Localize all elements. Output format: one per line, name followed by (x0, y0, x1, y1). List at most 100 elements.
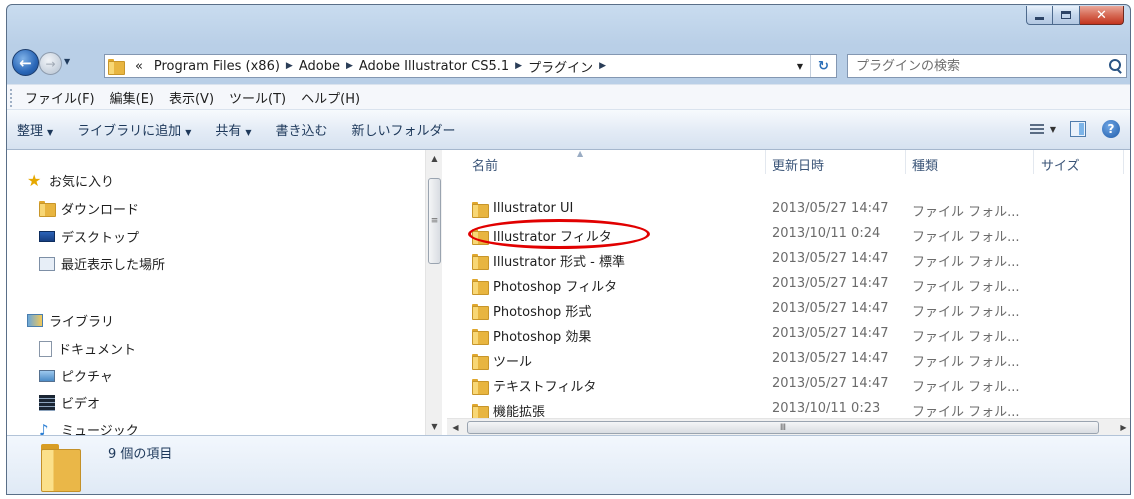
menu-edit[interactable]: 編集(E) (104, 86, 160, 109)
nav-downloads[interactable]: ダウンロード (39, 199, 139, 218)
file-type: ファイル フォル... (912, 280, 1020, 295)
file-name: テキストフィルタ (493, 380, 597, 395)
scroll-down-button[interactable]: ▼ (426, 418, 443, 435)
nav-libraries[interactable]: ライブラリ (27, 311, 114, 330)
folder-icon (472, 328, 489, 345)
downloads-icon (39, 200, 56, 217)
nav-desktop[interactable]: デスクトップ (39, 227, 139, 246)
file-type: ファイル フォル... (912, 205, 1020, 220)
column-header-name[interactable]: 名前 (472, 155, 498, 174)
nav-label: ドキュメント (58, 343, 137, 358)
file-row[interactable]: Illustrator 形式 - 標準 2013/05/27 14:47 ファイ… (447, 247, 1027, 272)
maximize-icon (1061, 11, 1071, 19)
back-button[interactable]: ← (12, 49, 39, 76)
organize-button[interactable]: 整理 ▼ (17, 120, 53, 139)
file-name: Photoshop フィルタ (493, 280, 618, 295)
red-annotation-circle (468, 219, 650, 249)
preview-pane-icon[interactable] (1070, 121, 1086, 137)
nav-recent-places[interactable]: 最近表示した場所 (39, 254, 165, 273)
chevron-down-icon: ▼ (47, 128, 54, 137)
column-divider[interactable] (1033, 150, 1034, 174)
file-date: 2013/05/27 14:47 (772, 326, 889, 341)
search-icon[interactable] (1104, 55, 1126, 77)
file-row[interactable]: Photoshop フィルタ 2013/05/27 14:47 ファイル フォル… (447, 272, 1027, 297)
file-row[interactable]: Illustrator UI 2013/05/27 14:47 ファイル フォル… (447, 197, 1027, 222)
breadcrumb-item-illustrator[interactable]: Adobe Illustrator CS5.1 (359, 59, 509, 74)
help-icon[interactable]: ? (1102, 120, 1120, 138)
column-headers: ▲ 名前 更新日時 種類 サイズ (447, 149, 1130, 174)
close-button[interactable]: ✕ (1080, 6, 1124, 25)
file-type: ファイル フォル... (912, 230, 1020, 245)
breadcrumb-separator[interactable]: ▶ (515, 61, 522, 71)
file-date: 2013/10/11 0:23 (772, 401, 881, 416)
file-row[interactable]: テキストフィルタ 2013/05/27 14:47 ファイル フォル... (447, 372, 1027, 397)
nav-music[interactable]: ♪ ミュージック (39, 420, 139, 436)
nav-favorites[interactable]: ★ お気に入り (27, 171, 114, 190)
maximize-button[interactable] (1053, 6, 1080, 25)
file-list: ▲ 名前 更新日時 種類 サイズ Illustrator UI 2013/05/… (447, 149, 1130, 435)
menu-tools[interactable]: ツール(T) (223, 86, 292, 109)
breadcrumb-item-adobe[interactable]: Adobe (299, 59, 340, 74)
menu-view[interactable]: 表示(V) (163, 86, 220, 109)
scroll-thumb[interactable]: Ⅲ (467, 421, 1099, 434)
column-header-type[interactable]: 種類 (912, 155, 938, 174)
breadcrumb-item-plugins[interactable]: プラグイン (528, 57, 593, 76)
address-dropdown-button[interactable]: ▼ (790, 62, 810, 71)
breadcrumb-separator[interactable]: ▶ (286, 61, 293, 71)
new-folder-button[interactable]: 新しいフォルダー (352, 120, 456, 139)
column-divider[interactable] (905, 150, 906, 174)
breadcrumb-separator[interactable]: ▶ (346, 61, 353, 71)
column-header-size[interactable]: サイズ (1041, 155, 1080, 174)
column-divider[interactable] (1123, 150, 1124, 174)
recent-pages-dropdown[interactable]: ▼ (64, 57, 70, 66)
change-view-icon[interactable] (1026, 119, 1048, 139)
breadcrumb-separator[interactable]: ▶ (599, 61, 606, 71)
view-controls: ▼ ? (1026, 119, 1120, 139)
documents-icon (39, 340, 52, 357)
close-icon: ✕ (1096, 7, 1107, 23)
scroll-right-button[interactable]: ▶ (1115, 419, 1130, 436)
file-horizontal-scrollbar[interactable]: ◀ Ⅲ ▶ (447, 418, 1130, 436)
nav-label: ビデオ (61, 397, 101, 412)
nav-vertical-scrollbar[interactable]: ▲ ≡ ▼ (425, 150, 442, 435)
menu-bar: ファイル(F) 編集(E) 表示(V) ツール(T) ヘルプ(H) (7, 84, 1130, 110)
minimize-icon (1035, 16, 1044, 20)
refresh-button[interactable]: ↻ (810, 55, 836, 77)
nav-pictures[interactable]: ピクチャ (39, 366, 113, 385)
nav-label: デスクトップ (61, 231, 140, 246)
breadcrumb-overflow[interactable]: « (135, 59, 143, 74)
recent-places-icon (39, 256, 55, 271)
file-type: ファイル フォル... (912, 255, 1020, 270)
column-divider[interactable] (765, 150, 766, 174)
breadcrumb-item-program-files[interactable]: Program Files (x86) (154, 59, 280, 74)
nav-label: ライブラリ (49, 315, 115, 330)
forward-button[interactable]: → (39, 52, 62, 75)
address-bar[interactable]: « ▶ Program Files (x86) ▶ Adobe ▶ Adobe … (104, 54, 837, 78)
nav-label: 最近表示した場所 (61, 258, 166, 273)
add-to-library-button[interactable]: ライブラリに追加 ▼ (77, 120, 191, 139)
file-row[interactable]: ツール 2013/05/27 14:47 ファイル フォル... (447, 347, 1027, 372)
search-input[interactable] (848, 56, 1104, 76)
file-row[interactable]: Photoshop 形式 2013/05/27 14:47 ファイル フォル..… (447, 297, 1027, 322)
burn-button[interactable]: 書き込む (276, 120, 328, 139)
menu-help[interactable]: ヘルプ(H) (295, 86, 366, 109)
column-header-date[interactable]: 更新日時 (772, 155, 824, 174)
nav-documents[interactable]: ドキュメント (39, 339, 136, 358)
file-row[interactable]: Photoshop 効果 2013/05/27 14:47 ファイル フォル..… (447, 322, 1027, 347)
minimize-button[interactable] (1026, 6, 1053, 25)
nav-label: お気に入り (49, 175, 115, 190)
nav-videos[interactable]: ビデオ (39, 393, 100, 412)
view-options-dropdown[interactable]: ▼ (1050, 125, 1056, 134)
sort-ascending-icon: ▲ (577, 149, 584, 158)
content-area: ★ お気に入り ダウンロード デスクトップ 最近表示した場所 ライブラリ ドキュ… (7, 149, 1130, 436)
nav-label: ミュージック (61, 424, 139, 435)
menu-file[interactable]: ファイル(F) (19, 86, 101, 109)
navigation-row: ← → ▼ « ▶ Program Files (x86) ▶ Adobe ▶ … (7, 48, 1130, 78)
scroll-left-button[interactable]: ◀ (447, 419, 464, 436)
command-bar: 整理 ▼ ライブラリに追加 ▼ 共有 ▼ 書き込む 新しいフォルダー ▼ ? (7, 110, 1130, 150)
scroll-thumb[interactable]: ≡ (428, 178, 441, 264)
file-date: 2013/05/27 14:47 (772, 276, 889, 291)
scroll-up-button[interactable]: ▲ (426, 150, 443, 167)
share-button[interactable]: 共有 ▼ (215, 120, 251, 139)
videos-icon (39, 394, 55, 411)
